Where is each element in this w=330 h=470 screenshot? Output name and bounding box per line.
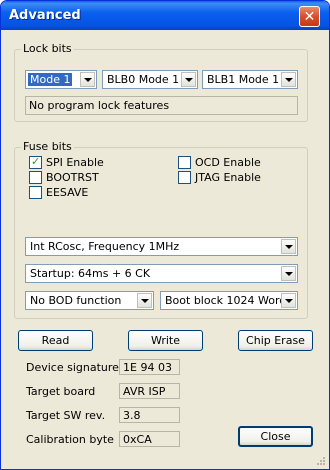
chevron-down-icon[interactable] (281, 293, 296, 308)
checkbox-box[interactable] (178, 171, 191, 184)
lock-mode-select[interactable]: Mode 1 (25, 70, 97, 89)
bod-select[interactable]: No BOD function (25, 291, 154, 310)
checkbox-box[interactable] (29, 171, 42, 184)
advanced-dialog: Advanced ✕ Lock bits Mode 1 BLB0 Mode 1 … (0, 0, 330, 470)
jtag-enable-label: JTAG Enable (195, 171, 261, 184)
checkbox-box[interactable] (29, 186, 42, 199)
ocd-enable-label: OCD Enable (195, 156, 261, 169)
target-sw-label: Target SW rev. (26, 409, 106, 422)
startup-value: Startup: 64ms + 6 CK (30, 267, 151, 280)
clock-select[interactable]: Int RCosc, Frequency 1MHz (25, 237, 298, 256)
resize-grip-icon[interactable] (314, 454, 326, 466)
lock-status-box: No program lock features (25, 96, 298, 115)
calibration-value: 0xCA (123, 433, 152, 446)
target-board-box: AVR ISP (119, 383, 180, 399)
fuse-bits-legend: Fuse bits (21, 140, 74, 153)
blb0-mode-value: BLB0 Mode 1 (107, 73, 180, 86)
write-button[interactable]: Write (128, 330, 203, 351)
target-sw-box: 3.8 (119, 407, 180, 423)
calibration-label: Calibration byte (26, 433, 114, 446)
title-bar[interactable]: Advanced ✕ (1, 1, 329, 30)
chevron-down-icon[interactable] (181, 72, 196, 87)
checkbox-box[interactable] (178, 156, 191, 169)
chip-erase-button[interactable]: Chip Erase (238, 330, 313, 351)
clock-value: Int RCosc, Frequency 1MHz (30, 240, 180, 253)
lock-status-text: No program lock features (29, 99, 170, 112)
blb1-mode-select[interactable]: BLB1 Mode 1 (202, 70, 298, 89)
calibration-box: 0xCA (119, 431, 180, 447)
chevron-down-icon[interactable] (281, 72, 296, 87)
boot-block-select[interactable]: Boot block 1024 Words (160, 291, 298, 310)
dialog-body: Lock bits Mode 1 BLB0 Mode 1 BLB1 Mode 1… (4, 30, 326, 466)
window-title: Advanced (9, 8, 81, 23)
device-signature-box: 1E 94 03 (119, 359, 180, 375)
device-signature-value: 1E 94 03 (123, 361, 172, 374)
startup-select[interactable]: Startup: 64ms + 6 CK (25, 264, 298, 283)
target-sw-value: 3.8 (123, 409, 141, 422)
blb0-mode-select[interactable]: BLB0 Mode 1 (102, 70, 198, 89)
target-board-value: AVR ISP (123, 385, 166, 398)
chevron-down-icon[interactable] (281, 266, 296, 281)
checkbox-box[interactable] (29, 155, 42, 169)
spi-enable-label: SPI Enable (46, 156, 104, 169)
device-signature-label: Device signature (26, 361, 119, 374)
chevron-down-icon[interactable] (281, 239, 296, 254)
chevron-down-icon[interactable] (137, 293, 152, 308)
chevron-down-icon[interactable] (80, 72, 95, 87)
bod-value: No BOD function (30, 294, 122, 307)
lock-bits-group: Lock bits Mode 1 BLB0 Mode 1 BLB1 Mode 1… (14, 42, 308, 122)
lock-mode-value: Mode 1 (28, 73, 73, 86)
bootrst-label: BOOTRST (46, 171, 99, 184)
blb1-mode-value: BLB1 Mode 1 (207, 73, 280, 86)
close-icon[interactable]: ✕ (299, 6, 320, 27)
read-button[interactable]: Read (18, 330, 93, 351)
eesave-label: EESAVE (46, 186, 89, 199)
lock-bits-legend: Lock bits (21, 42, 74, 55)
close-button[interactable]: Close (238, 426, 313, 447)
fuse-bits-group: Fuse bits SPI Enable BOOTRST EESAVE OCD … (14, 140, 308, 319)
boot-block-value: Boot block 1024 Words (165, 294, 292, 307)
target-board-label: Target board (26, 385, 96, 398)
